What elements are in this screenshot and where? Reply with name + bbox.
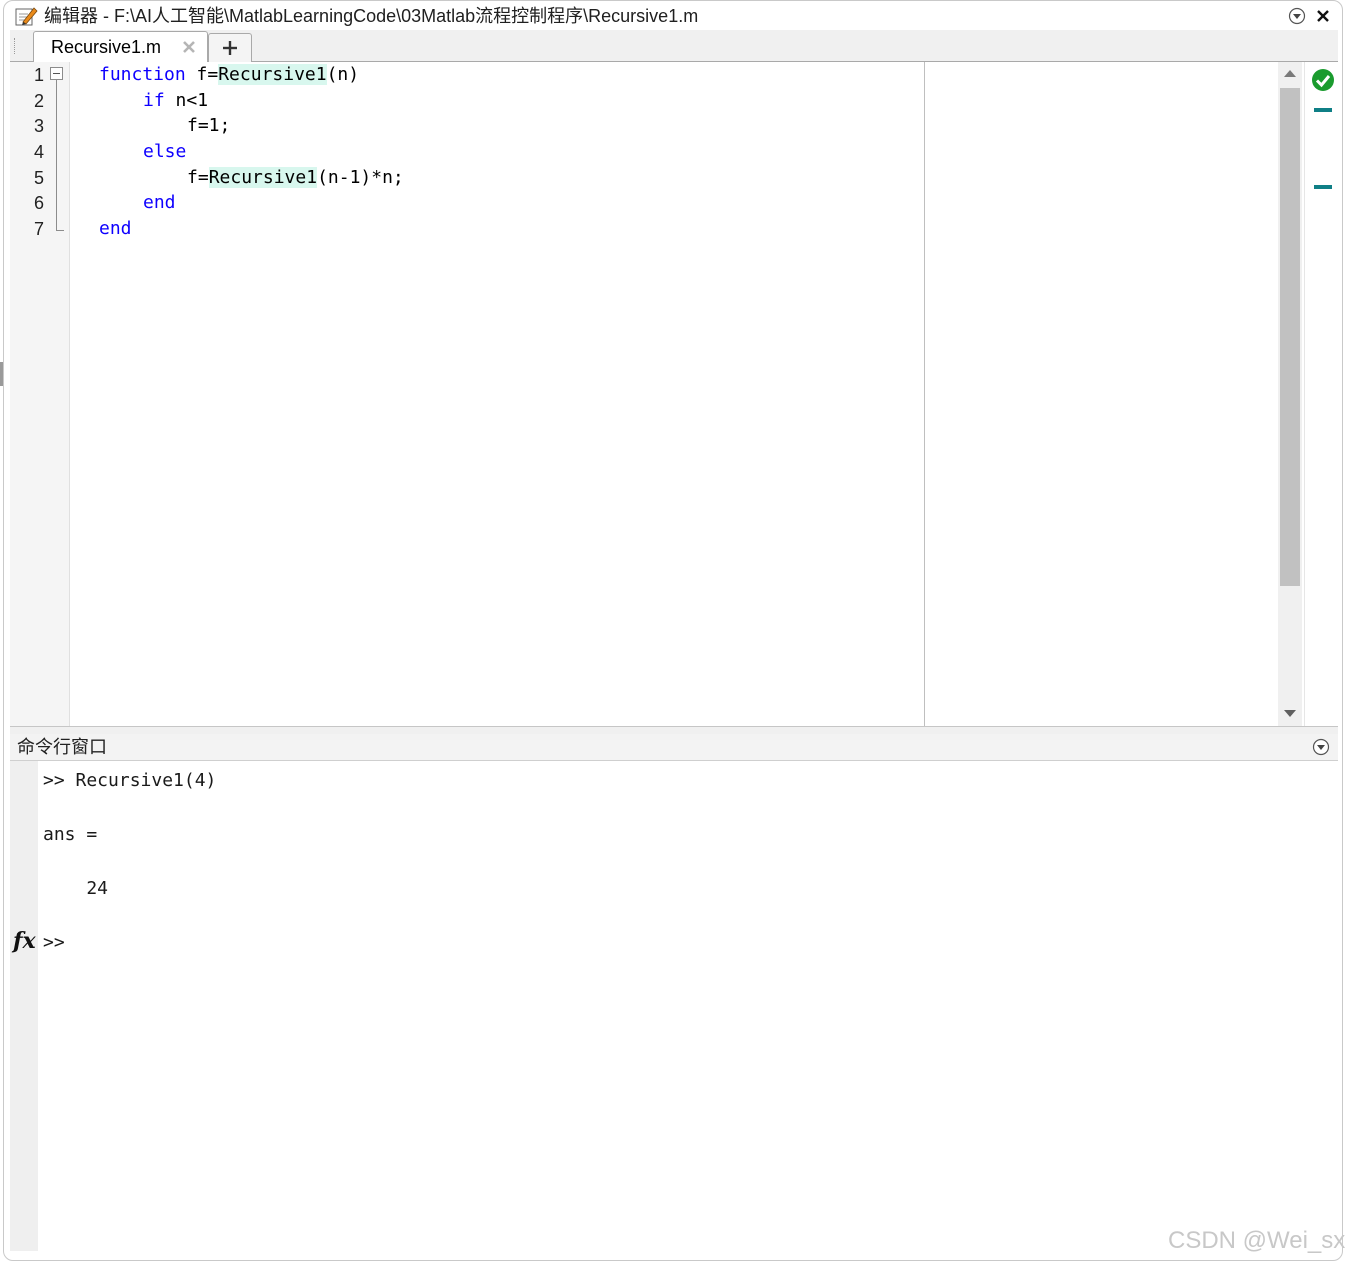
command-window-title: 命令行窗口 xyxy=(17,737,107,757)
code-marker[interactable] xyxy=(1314,185,1332,189)
code-function-highlight: Recursive1 xyxy=(208,167,318,188)
code-text: n<1 xyxy=(164,90,209,111)
code-editor[interactable]: 1 2 3 4 5 6 7 function f=Recursive1(n) i… xyxy=(10,62,1339,726)
code-keyword: end xyxy=(99,218,132,239)
window-actions-menu-icon[interactable] xyxy=(1288,7,1306,25)
tab-label: Recursive1.m xyxy=(51,37,162,57)
command-window-gutter xyxy=(10,761,38,1251)
code-keyword: end xyxy=(143,192,176,213)
line-number: 2 xyxy=(33,91,44,111)
right-text-margin-line xyxy=(924,62,925,726)
line-number: 5 xyxy=(33,168,44,188)
tab-close-icon[interactable] xyxy=(180,38,198,56)
line-number: 4 xyxy=(33,142,44,162)
code-line-5: f=Recursive1(n-1)*n; xyxy=(187,165,404,191)
code-text: (n) xyxy=(326,64,360,85)
line-number: 7 xyxy=(33,219,44,239)
command-prompt[interactable]: >> xyxy=(43,930,65,956)
editor-vertical-scrollbar[interactable] xyxy=(1278,62,1302,726)
command-window-actions-icon[interactable] xyxy=(1312,738,1330,756)
command-window-header: 命令行窗口 xyxy=(10,734,1338,761)
tab-recursive1-m[interactable]: Recursive1.m xyxy=(33,31,208,62)
code-line-6: end xyxy=(143,190,176,216)
title-bar: 编辑器 - F:\AI人工智能\MatlabLearningCode\03Mat… xyxy=(10,3,1338,29)
command-window-body[interactable]: >> Recursive1(4) ans = 24 fx >> xyxy=(10,761,1338,1251)
code-line-1: function f=Recursive1(n) xyxy=(99,62,359,88)
command-output-value: 24 xyxy=(43,878,109,899)
document-tab-strip: Recursive1.m xyxy=(10,30,1338,62)
code-marker[interactable] xyxy=(1314,108,1332,112)
command-output-line: ans = xyxy=(43,824,98,845)
fx-function-browser-icon[interactable]: fx xyxy=(13,928,36,954)
code-fold-end xyxy=(56,230,64,231)
watermark: CSDN @Wei_sx xyxy=(1168,1227,1346,1254)
code-analyzer-message-bar xyxy=(1304,62,1339,726)
code-line-4: else xyxy=(143,139,186,165)
new-tab-button[interactable] xyxy=(208,33,252,62)
line-number-gutter: 1 2 3 4 5 6 7 xyxy=(10,62,70,726)
scroll-up-arrow-icon[interactable] xyxy=(1284,70,1296,77)
code-line-2: if n<1 xyxy=(143,88,208,114)
close-icon[interactable] xyxy=(1314,7,1332,25)
line-number: 6 xyxy=(33,193,44,213)
plus-icon xyxy=(223,41,237,55)
code-fold-guide xyxy=(56,80,57,230)
scroll-down-arrow-icon[interactable] xyxy=(1284,710,1296,717)
code-function-highlight: Recursive1 xyxy=(218,64,327,85)
code-text: f=1; xyxy=(187,115,231,136)
code-text: (n-1)*n; xyxy=(317,167,404,188)
code-line-7: end xyxy=(99,216,132,242)
scrollbar-thumb[interactable] xyxy=(1280,88,1300,586)
code-text: f= xyxy=(185,64,219,85)
editor-pencil-icon xyxy=(15,7,38,26)
check-circle-icon[interactable] xyxy=(1311,68,1335,92)
window-title: 编辑器 - F:\AI人工智能\MatlabLearningCode\03Mat… xyxy=(44,6,699,26)
code-text: f= xyxy=(187,167,209,188)
code-fold-toggle-icon[interactable] xyxy=(50,67,63,80)
line-number: 3 xyxy=(33,116,44,136)
command-history-line: >> Recursive1(4) xyxy=(43,770,217,791)
code-keyword: if xyxy=(143,90,165,111)
code-keyword: else xyxy=(143,141,187,162)
drag-grip-icon[interactable] xyxy=(14,38,17,54)
code-keyword: function xyxy=(99,64,186,85)
code-line-3: f=1; xyxy=(187,113,230,139)
line-number: 1 xyxy=(33,65,44,85)
